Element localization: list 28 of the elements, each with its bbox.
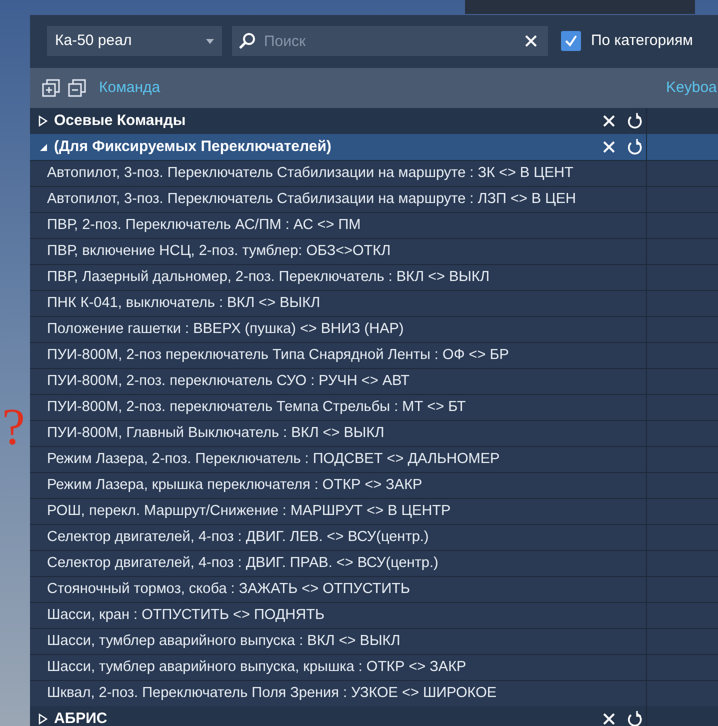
clear-icon[interactable] [602, 114, 616, 128]
checkmark-icon [564, 34, 578, 48]
checkbox-label: По категориям [591, 30, 693, 51]
reset-icon[interactable] [626, 113, 642, 129]
search-icon [238, 32, 256, 50]
handwritten-question-mark: ? [2, 399, 26, 456]
reset-icon[interactable] [626, 711, 642, 726]
expand-all-icon[interactable] [42, 79, 60, 97]
collapsed-triangle-icon[interactable] [38, 115, 48, 127]
profile-dropdown[interactable]: Ка-50 реал [47, 26, 222, 56]
collapsed-triangle-icon[interactable] [38, 713, 48, 725]
clear-icon[interactable] [524, 34, 538, 48]
caret-icon [206, 38, 214, 44]
category-title: Осевые Команды [54, 110, 186, 131]
category-row[interactable]: Осевые Команды [30, 108, 718, 134]
search-field[interactable]: Поиск [232, 26, 548, 56]
column-header[interactable]: Keyboa [666, 76, 718, 100]
clear-icon[interactable] [602, 712, 616, 726]
category-title: АБРИС [54, 708, 108, 726]
category-checkbox[interactable] [561, 31, 581, 51]
category-row[interactable]: (Для Фиксируемых Переключателей) [30, 134, 718, 160]
expanded-triangle-icon[interactable] [38, 142, 48, 152]
category-row[interactable]: АБРИС [30, 706, 718, 726]
clear-icon[interactable] [602, 140, 616, 154]
category-title: (Для Фиксируемых Переключателей) [54, 136, 332, 157]
column-header[interactable]: Команда [99, 76, 666, 100]
collapse-all-icon[interactable] [68, 79, 86, 97]
reset-icon[interactable] [626, 139, 642, 155]
